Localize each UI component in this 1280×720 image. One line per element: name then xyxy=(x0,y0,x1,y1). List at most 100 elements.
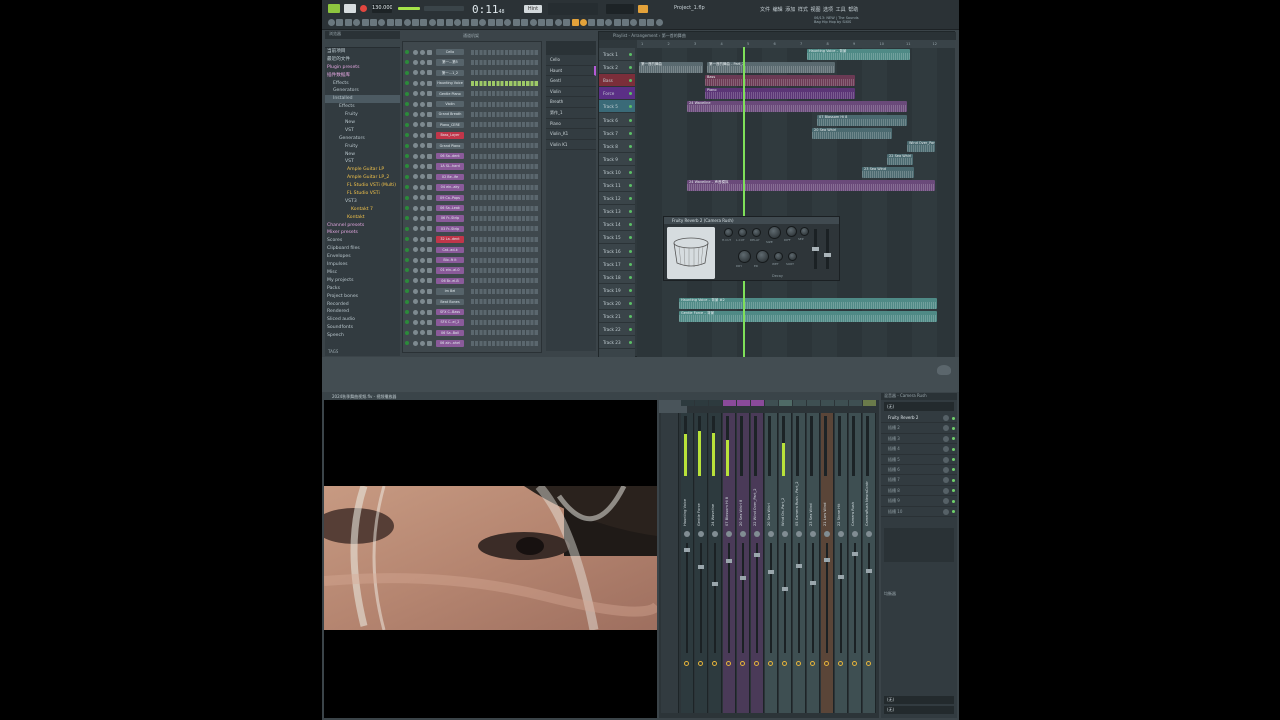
channel-volume-knob[interactable] xyxy=(420,49,425,55)
channel-name-button[interactable]: 06 Br..el-B xyxy=(436,277,464,285)
volume-fader[interactable] xyxy=(768,570,774,574)
browser-item[interactable]: Kontakt xyxy=(325,214,400,222)
pan-knob[interactable] xyxy=(740,531,746,537)
channel-name-button[interactable]: 03 Fr..Strip xyxy=(436,225,464,233)
channel-mute-led[interactable] xyxy=(405,320,409,325)
channel-mixer-track[interactable] xyxy=(427,226,432,232)
channel-pan-knob[interactable] xyxy=(413,174,418,180)
track-header[interactable]: Track 1 xyxy=(599,48,635,62)
send-indicator[interactable] xyxy=(726,661,731,666)
mixer-strip[interactable]: 05 Camera Rush - Part_2 xyxy=(793,400,806,713)
step-sequencer[interactable] xyxy=(471,309,539,315)
channel-pan-knob[interactable] xyxy=(413,122,418,128)
step-sequencer[interactable] xyxy=(471,80,539,86)
pan-knob[interactable] xyxy=(768,531,774,537)
channel-mute-led[interactable] xyxy=(405,289,409,294)
reverb-knob[interactable] xyxy=(752,228,761,237)
channel-mute-led[interactable] xyxy=(405,195,409,200)
step-sequencer[interactable] xyxy=(471,174,539,180)
track-header[interactable]: Track 23 xyxy=(599,336,635,350)
track-list-item[interactable]: 第作_1 xyxy=(546,108,596,119)
track-enable-led[interactable] xyxy=(629,118,632,122)
step-sequencer[interactable] xyxy=(471,215,539,221)
channel-row[interactable]: 06 Fr..Strip xyxy=(403,214,541,222)
step-sequencer[interactable] xyxy=(471,267,539,273)
pan-knob[interactable] xyxy=(866,531,872,537)
channel-volume-knob[interactable] xyxy=(420,288,425,294)
track-header[interactable]: Track 12 xyxy=(599,192,635,206)
track-list-item[interactable]: Piano xyxy=(546,119,596,130)
video-title[interactable]: 2024秋季舞曲视频.flv - 视频播放器 xyxy=(324,393,657,400)
channel-name-button[interactable]: Haunting Voice xyxy=(436,80,464,87)
slot-mix-knob[interactable] xyxy=(943,415,949,421)
playlist-icon[interactable] xyxy=(412,19,419,26)
browser-item[interactable]: Ample Guitar LP xyxy=(325,166,400,174)
mixer-strip[interactable]: Wind Ov..Part_2 xyxy=(779,400,792,713)
channel-mute-led[interactable] xyxy=(405,133,409,138)
channel-pan-knob[interactable] xyxy=(413,309,418,315)
volume-fader-track[interactable] xyxy=(714,543,716,653)
channel-mixer-track[interactable] xyxy=(427,257,432,263)
zoom-icon[interactable] xyxy=(395,19,403,26)
channel-row[interactable]: Piano_CERE xyxy=(403,121,541,129)
browser-item[interactable]: Speech xyxy=(325,332,400,340)
channel-name-button[interactable]: 06 ain..ahel xyxy=(436,340,464,347)
strip-name[interactable]: Camera Rush xyxy=(851,481,859,526)
channel-volume-knob[interactable] xyxy=(420,247,425,253)
playlist-clip[interactable]: 07 Blossom Hi 8 xyxy=(817,114,907,126)
channel-pan-knob[interactable] xyxy=(413,267,418,273)
tempo-icon[interactable] xyxy=(605,19,613,26)
channel-mixer-track[interactable] xyxy=(427,247,432,253)
step-sequencer[interactable] xyxy=(471,319,539,325)
track-enable-led[interactable] xyxy=(629,210,632,214)
slot-enable-led[interactable] xyxy=(952,437,955,441)
browser-item[interactable]: Fruity xyxy=(325,111,400,119)
countdown-icon[interactable] xyxy=(538,19,545,26)
browser-item[interactable]: Generators xyxy=(325,87,400,95)
channel-mute-led[interactable] xyxy=(405,154,409,158)
step-sequencer[interactable] xyxy=(471,122,539,128)
track-enable-led[interactable] xyxy=(629,144,632,148)
channel-volume-knob[interactable] xyxy=(420,205,425,211)
channel-volume-knob[interactable] xyxy=(420,163,425,169)
channel-volume-knob[interactable] xyxy=(420,91,425,97)
slot-enable-led[interactable] xyxy=(952,416,955,420)
tempo-display[interactable]: 130.000 xyxy=(372,4,392,13)
effect-slot[interactable]: 插槽 9 xyxy=(881,496,957,507)
channel-volume-knob[interactable] xyxy=(420,309,425,315)
step-sequencer[interactable] xyxy=(471,288,539,294)
track-header[interactable]: Track 17 xyxy=(599,258,635,271)
channel-name-button[interactable]: 第一…1_2 xyxy=(436,69,464,77)
browser-item[interactable]: New xyxy=(325,119,400,127)
mixer-strip[interactable]: 23 Sea Wind xyxy=(807,400,820,713)
channel-mixer-track[interactable] xyxy=(427,101,432,107)
browser-item[interactable]: VST xyxy=(325,127,400,135)
channel-volume-knob[interactable] xyxy=(420,215,425,221)
channel-row[interactable]: 09 Ca..Pops xyxy=(403,194,541,202)
pan-knob[interactable] xyxy=(810,531,816,537)
effect-slot[interactable]: Fruity Reverb 2 xyxy=(881,413,957,424)
magnet-icon[interactable] xyxy=(596,19,604,26)
track-enable-led[interactable] xyxy=(629,170,632,174)
channel-mute-led[interactable] xyxy=(405,185,409,190)
undo-icon[interactable] xyxy=(470,19,478,26)
browser-item[interactable]: Project bones xyxy=(325,293,400,301)
playlist-clip[interactable]: 24 Waveline – 声音模拟 xyxy=(687,180,935,191)
channel-pan-knob[interactable] xyxy=(413,59,418,65)
send-indicator[interactable] xyxy=(838,661,843,666)
channel-name-button[interactable]: Violin xyxy=(436,101,464,108)
browser-item[interactable]: FL Studio VSTi xyxy=(325,190,400,198)
pattern-selector[interactable]: Hint xyxy=(524,5,542,13)
track-enable-led[interactable] xyxy=(629,79,632,83)
track-header[interactable]: Track 6 xyxy=(599,114,635,127)
step-sequencer[interactable] xyxy=(471,153,539,159)
step-sequencer[interactable] xyxy=(471,49,539,55)
channel-volume-knob[interactable] xyxy=(420,226,425,232)
effect-slot[interactable]: 插槽 10 xyxy=(881,507,957,517)
channel-mixer-track[interactable] xyxy=(427,236,432,242)
menu-file[interactable]: 文件 xyxy=(760,7,770,13)
slot-enable-led[interactable] xyxy=(952,499,955,503)
playlist-clip[interactable]: Haunting Voice – 背景 xyxy=(807,49,910,60)
browser-item[interactable]: Plugin presets xyxy=(325,64,400,72)
volume-fader[interactable] xyxy=(796,564,802,568)
